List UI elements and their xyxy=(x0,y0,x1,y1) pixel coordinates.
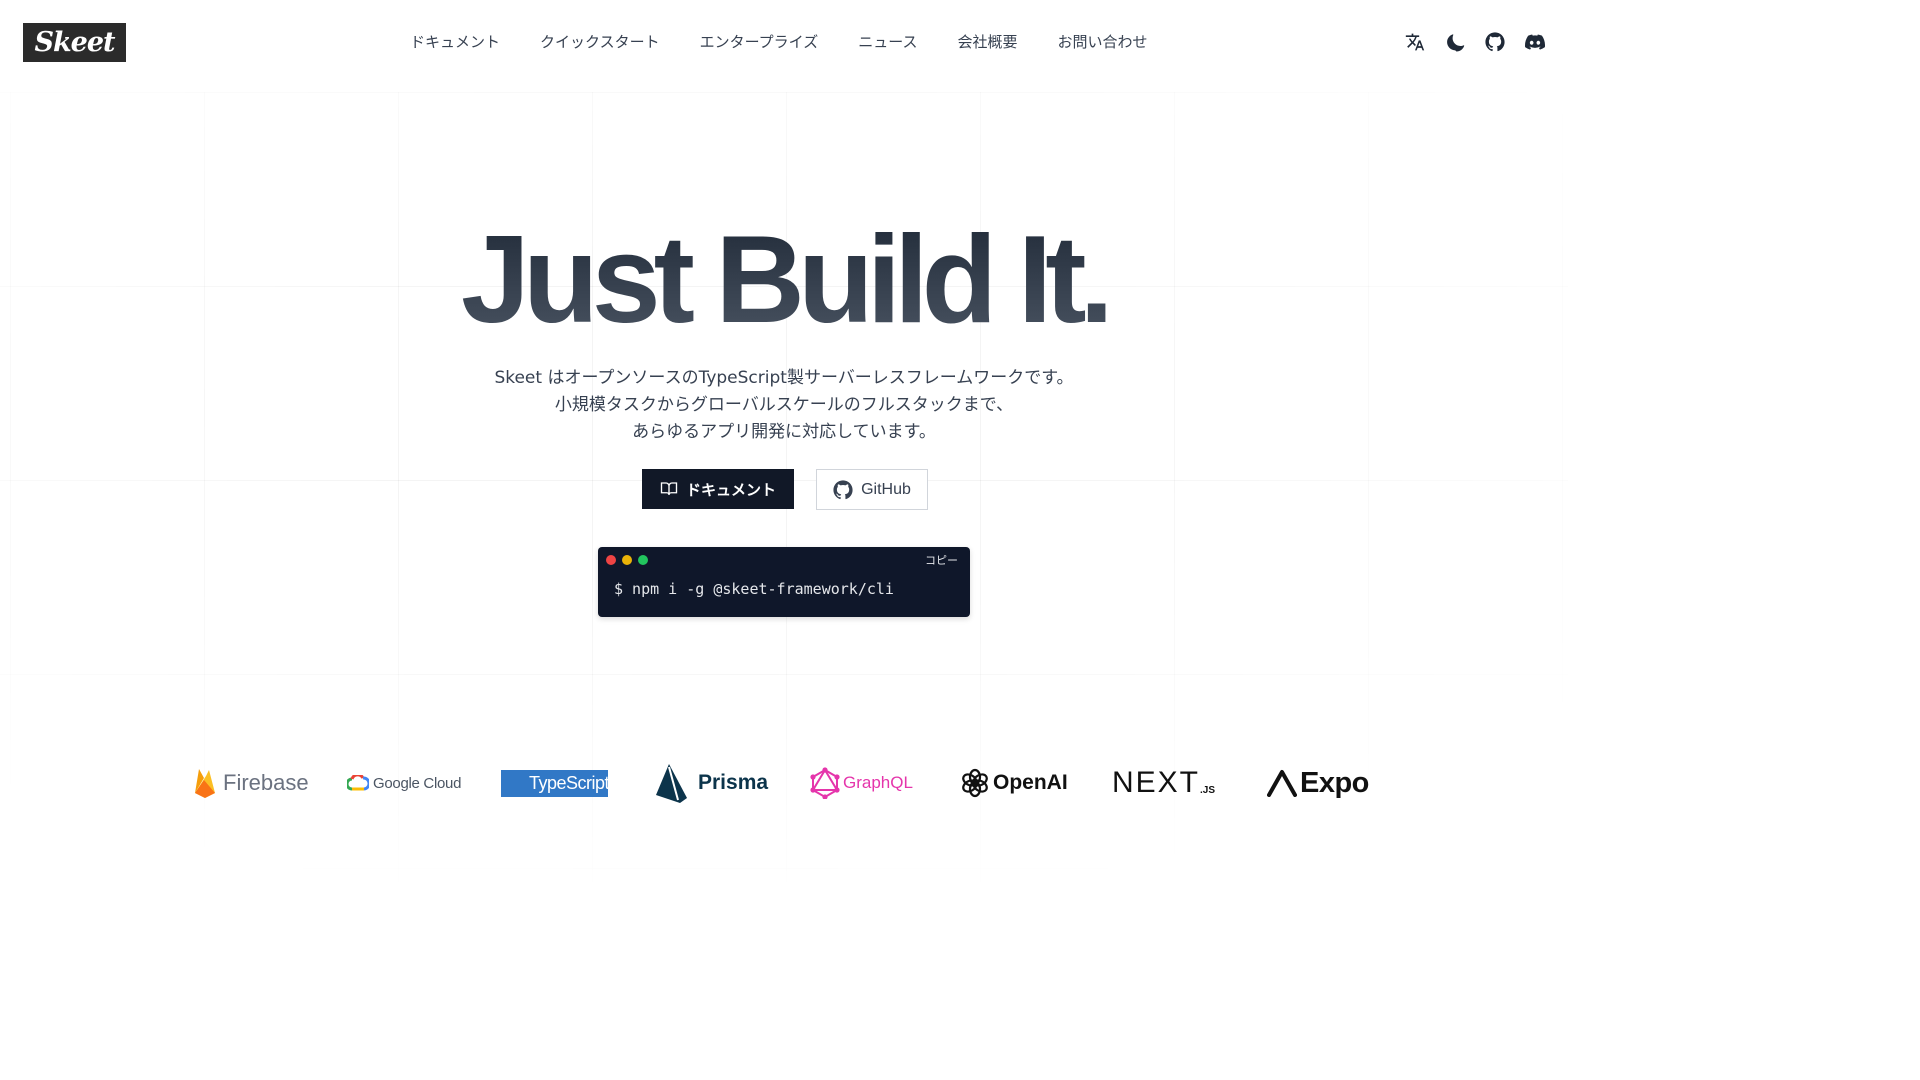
nextjs-logo: NEXT .JS xyxy=(1112,760,1215,806)
install-command: $ npm i -g @skeet-framework/cli xyxy=(614,580,894,598)
language-icon[interactable] xyxy=(1404,30,1426,54)
expo-logo: Expo xyxy=(1267,760,1369,806)
google-cloud-logo: Google Cloud xyxy=(347,760,461,806)
graphql-label: GraphQL xyxy=(843,773,913,792)
red-dot xyxy=(606,555,616,565)
window-controls xyxy=(606,555,648,565)
skeet-logo[interactable]: Skeet xyxy=(23,23,126,62)
nextjs-suffix: .JS xyxy=(1200,784,1216,796)
openai-icon xyxy=(962,768,988,798)
moon-icon[interactable] xyxy=(1444,30,1466,54)
firebase-label: Firebase xyxy=(223,770,309,795)
docs-button-label: ドキュメント xyxy=(685,480,776,499)
tech-logos: Firebase Google Cloud TypeScript Prisma … xyxy=(0,760,1568,806)
hero-description-line: 小規模タスクからグローバルスケールのフルスタックまで、 xyxy=(554,395,1014,415)
book-icon xyxy=(660,482,678,496)
hero-title: Just Build It. xyxy=(0,210,1568,350)
github-icon[interactable] xyxy=(1484,30,1506,54)
expo-label: Expo xyxy=(1300,766,1369,799)
google-cloud-label: Google Cloud xyxy=(373,774,462,792)
install-terminal: コピー $ npm i -g @skeet-framework/cli xyxy=(598,547,970,617)
site-header: Skeet ドキュメント クイックスタート エンタープライズ ニュース 会社概要… xyxy=(0,0,1568,86)
google-cloud-icon xyxy=(347,775,369,791)
docs-button[interactable]: ドキュメント xyxy=(642,469,794,509)
hero-buttons: ドキュメント GitHub xyxy=(642,469,928,510)
typescript-logo: TypeScript xyxy=(501,760,610,806)
header-icon-group xyxy=(1404,30,1546,54)
nav-item-about[interactable]: 会社概要 xyxy=(958,30,1018,54)
graphql-logo: GraphQL xyxy=(810,760,913,806)
nav-item-contact[interactable]: お問い合わせ xyxy=(1058,30,1148,54)
prisma-label: Prisma xyxy=(698,771,769,794)
nav-item-news[interactable]: ニュース xyxy=(858,30,917,54)
firebase-logo: Firebase xyxy=(193,760,309,806)
hero-description: Skeet はオープンソースのTypeScript製サーバーレスフレームワークで… xyxy=(0,365,1568,446)
github-button-label: GitHub xyxy=(861,480,911,498)
main-nav: ドキュメント クイックスタート エンタープライズ ニュース 会社概要 お問い合わ… xyxy=(410,30,1148,54)
expo-icon xyxy=(1267,770,1297,797)
discord-icon[interactable] xyxy=(1524,30,1546,54)
openai-label: OpenAI xyxy=(993,771,1068,794)
yellow-dot xyxy=(622,555,632,565)
graphql-icon xyxy=(810,767,840,799)
github-icon xyxy=(833,479,853,499)
github-button[interactable]: GitHub xyxy=(816,469,928,510)
typescript-label: TypeScript xyxy=(501,769,610,797)
prisma-icon xyxy=(656,764,687,803)
firebase-flame-icon xyxy=(195,769,215,798)
nav-item-quickstart[interactable]: クイックスタート xyxy=(540,30,660,54)
prisma-logo: Prisma xyxy=(654,760,768,806)
nav-item-docs[interactable]: ドキュメント xyxy=(410,30,500,54)
openai-logo: OpenAI xyxy=(960,760,1068,806)
copy-button[interactable]: コピー xyxy=(925,552,958,568)
nextjs-label: NEXT xyxy=(1112,766,1201,799)
hero-description-line: あらゆるアプリ開発に対応しています。 xyxy=(632,422,936,442)
nav-item-enterprise[interactable]: エンタープライズ xyxy=(700,30,819,54)
green-dot xyxy=(638,555,648,565)
hero-description-line: Skeet はオープンソースのTypeScript製サーバーレスフレームワークで… xyxy=(494,368,1074,388)
